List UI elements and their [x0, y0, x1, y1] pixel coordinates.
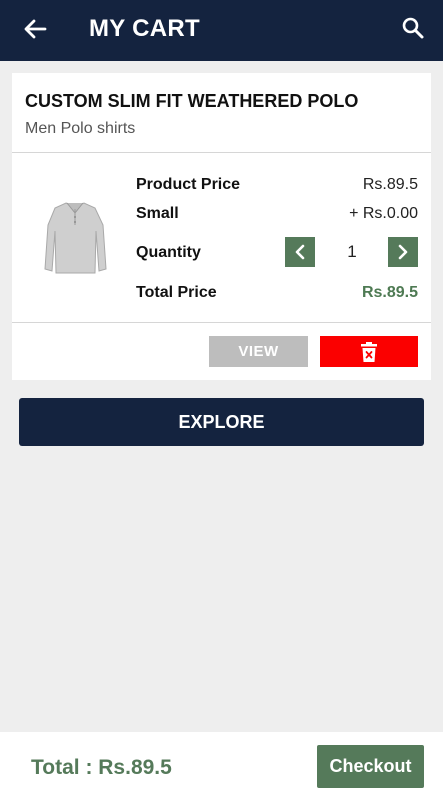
divider — [12, 152, 431, 153]
divider — [12, 322, 431, 323]
quantity-decrease-button[interactable] — [285, 237, 315, 267]
cart-total: Total : Rs.89.5 — [31, 756, 172, 779]
chevron-left-icon — [295, 244, 305, 260]
trash-icon — [361, 341, 377, 362]
quantity-label: Quantity — [136, 244, 201, 261]
product-price-label: Product Price — [136, 176, 241, 193]
back-arrow-icon[interactable] — [18, 14, 52, 44]
page-title: MY CART — [89, 15, 200, 42]
size-label: Small — [136, 205, 179, 222]
cart-item-card: CUSTOM SLIM FIT WEATHERED POLO Men Polo … — [12, 73, 431, 380]
view-button[interactable]: VIEW — [209, 336, 308, 367]
total-price-label: Total Price — [136, 284, 217, 301]
quantity-value: 1 — [347, 242, 357, 261]
search-icon[interactable] — [396, 12, 430, 44]
product-name: CUSTOM SLIM FIT WEATHERED POLO — [25, 91, 359, 111]
product-price-value: Rs.89.5 — [362, 176, 418, 193]
size-price-value: + Rs.0.00 — [349, 205, 418, 222]
product-category: Men Polo shirts — [25, 120, 136, 137]
quantity-increase-button[interactable] — [388, 237, 418, 267]
total-price-value: Rs.89.5 — [361, 284, 418, 301]
explore-button[interactable]: EXPLORE — [19, 398, 424, 446]
product-image — [40, 195, 110, 279]
chevron-right-icon — [398, 244, 408, 260]
app-bar: MY CART — [0, 0, 443, 61]
checkout-button[interactable]: Checkout — [317, 745, 424, 788]
delete-button[interactable] — [320, 336, 418, 367]
checkout-bar: Total : Rs.89.5 Checkout — [0, 732, 443, 800]
